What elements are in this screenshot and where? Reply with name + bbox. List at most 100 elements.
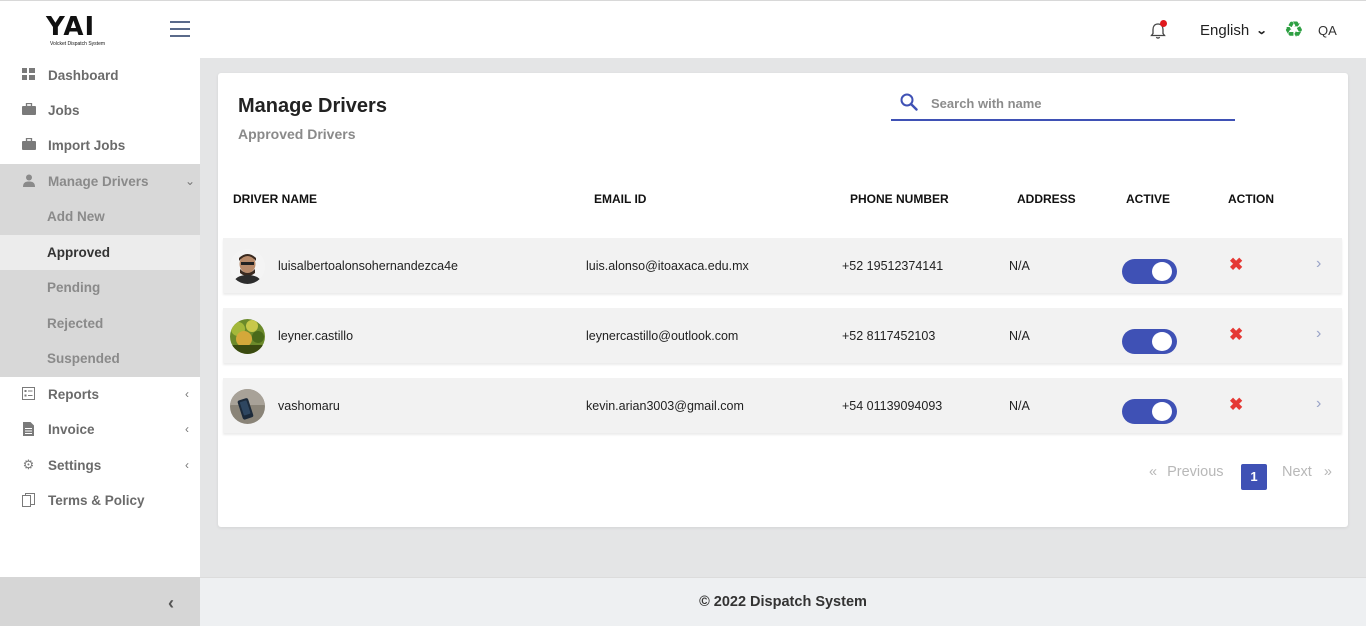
double-chevron-right-icon: » <box>1323 464 1332 480</box>
sidebar-item-terms-policy[interactable]: Terms & Policy <box>0 483 200 517</box>
driver-phone: +54 01139094093 <box>842 399 943 413</box>
chevron-left-icon: ‹ <box>185 458 189 472</box>
sidebar-collapse-bar: ‹ <box>0 577 200 626</box>
notification-bell-icon[interactable] <box>1148 20 1168 41</box>
active-toggle[interactable] <box>1122 329 1177 354</box>
chevron-right-icon[interactable]: › <box>1316 255 1321 273</box>
driver-email: kevin.arian3003@gmail.com <box>586 399 744 413</box>
sidebar-subitem-label: Approved <box>47 245 111 260</box>
sidebar-item-label: Settings <box>48 457 102 473</box>
active-toggle[interactable] <box>1122 259 1177 284</box>
driver-address: N/A <box>1009 399 1030 413</box>
sidebar-item-label: Reports <box>48 386 100 402</box>
recycle-icon[interactable]: ♻ <box>1284 19 1304 41</box>
sidebar-item-manage-drivers[interactable]: Manage Drivers ⌄ <box>0 164 200 198</box>
logo-text: YAI <box>46 12 96 42</box>
copy-icon <box>21 493 36 507</box>
delete-x-icon[interactable]: ✖ <box>1229 325 1243 345</box>
sidebar-item-label: Dashboard <box>48 67 119 83</box>
driver-email: luis.alonso@itoaxaca.edu.mx <box>586 259 749 273</box>
manage-drivers-group: Manage Drivers ⌄ Add New Approved Pendin… <box>0 164 200 377</box>
avatar <box>230 249 265 284</box>
double-chevron-left-icon: « <box>1149 464 1158 480</box>
driver-address: N/A <box>1009 329 1030 343</box>
table-row[interactable]: leyner.castillo leynercastillo@outlook.c… <box>223 308 1342 363</box>
driver-phone: +52 19512374141 <box>842 259 944 273</box>
driver-phone: +52 8117452103 <box>842 329 936 343</box>
column-header-driver-name: DRIVER NAME <box>233 192 318 206</box>
language-label: English <box>1200 22 1250 39</box>
column-header-email: EMAIL ID <box>594 192 647 206</box>
driver-email: leynercastillo@outlook.com <box>586 329 739 343</box>
column-header-address: ADDRESS <box>1017 192 1076 206</box>
sidebar-item-import-jobs[interactable]: Import Jobs <box>0 128 200 162</box>
sidebar-item-jobs[interactable]: Jobs <box>0 93 200 127</box>
briefcase-icon <box>21 137 36 152</box>
active-toggle[interactable] <box>1122 399 1177 424</box>
next-page-button[interactable]: Next » <box>1282 464 1332 480</box>
sidebar-subitem-add-new[interactable]: Add New <box>0 199 200 234</box>
previous-label: Previous <box>1167 464 1224 480</box>
column-header-phone: PHONE NUMBER <box>850 192 949 206</box>
driver-name: vashomaru <box>278 399 340 413</box>
driver-name: leyner.castillo <box>278 329 354 343</box>
sidebar-item-reports[interactable]: Reports ‹ <box>0 377 200 411</box>
sidebar-item-settings[interactable]: ⚙ Settings ‹ <box>0 448 200 482</box>
driver-name: luisalbertoalonsohernandezca4e <box>278 259 458 273</box>
table-row[interactable]: vashomaru kevin.arian3003@gmail.com +54 … <box>223 378 1342 433</box>
previous-page-button[interactable]: « Previous <box>1149 464 1224 480</box>
sidebar-subitem-label: Pending <box>47 280 101 295</box>
sidebar-item-label: Invoice <box>48 421 95 437</box>
sidebar-subitem-label: Rejected <box>47 316 104 331</box>
table-row[interactable]: luisalbertoalonsohernandezca4e luis.alon… <box>223 238 1342 293</box>
page-title: Manage Drivers <box>238 95 387 117</box>
chevron-left-icon: ‹ <box>185 387 189 401</box>
page-subtitle: Approved Drivers <box>238 126 356 142</box>
delete-x-icon[interactable]: ✖ <box>1229 395 1243 415</box>
sidebar-subitem-approved[interactable]: Approved <box>0 235 200 270</box>
logo-subtitle: Volcket Dispatch System <box>50 41 106 47</box>
driver-address: N/A <box>1009 259 1030 273</box>
dashboard-icon <box>21 68 36 82</box>
next-label: Next <box>1282 464 1312 480</box>
avatar <box>230 319 265 354</box>
sidebar-subitem-label: Suspended <box>47 351 120 366</box>
drivers-card: Manage Drivers Approved Drivers DRIVER N… <box>218 73 1348 527</box>
sidebar-subitem-pending[interactable]: Pending <box>0 270 200 305</box>
gear-icon: ⚙ <box>22 457 35 472</box>
sidebar-subitem-rejected[interactable]: Rejected <box>0 306 200 341</box>
chevron-right-icon[interactable]: › <box>1316 395 1321 413</box>
sidebar-item-label: Jobs <box>48 102 80 118</box>
sidebar-item-label: Import Jobs <box>48 137 126 153</box>
avatar <box>230 389 265 424</box>
column-header-active: ACTIVE <box>1126 192 1171 206</box>
hamburger-menu-icon[interactable] <box>170 21 190 39</box>
chevron-down-icon: ⌄ <box>1255 25 1268 37</box>
top-bar: YAI Volcket Dispatch System English ⌄ ♻ … <box>0 0 1366 58</box>
chevron-down-icon: ⌄ <box>185 174 196 188</box>
sidebar-subitem-label: Add New <box>47 209 105 224</box>
sidebar: Dashboard Jobs Import Jobs Manage Driver… <box>0 58 200 577</box>
language-selector[interactable]: English ⌄ <box>1200 22 1268 39</box>
user-menu[interactable]: QA <box>1318 23 1337 38</box>
column-header-action: ACTION <box>1228 192 1274 206</box>
invoice-icon <box>21 422 36 436</box>
user-icon <box>21 174 36 188</box>
footer: © 2022 Dispatch System <box>200 577 1366 626</box>
sidebar-item-label: Manage Drivers <box>48 173 149 189</box>
sidebar-subitem-suspended[interactable]: Suspended <box>0 341 200 376</box>
collapse-sidebar-chevron-left-icon[interactable]: ‹ <box>168 593 174 614</box>
search-icon <box>900 93 918 111</box>
sidebar-item-invoice[interactable]: Invoice ‹ <box>0 412 200 446</box>
search-input[interactable] <box>931 94 1221 112</box>
report-icon <box>21 387 36 401</box>
page-number-button[interactable]: 1 <box>1241 464 1267 490</box>
sidebar-item-label: Terms & Policy <box>48 492 145 508</box>
search-box <box>891 89 1235 121</box>
brand-logo[interactable]: YAI Volcket Dispatch System <box>46 13 110 49</box>
footer-copyright: © 2022 Dispatch System <box>699 594 867 610</box>
delete-x-icon[interactable]: ✖ <box>1229 255 1243 275</box>
sidebar-item-dashboard[interactable]: Dashboard <box>0 58 200 92</box>
chevron-right-icon[interactable]: › <box>1316 325 1321 343</box>
notification-dot <box>1160 20 1167 27</box>
